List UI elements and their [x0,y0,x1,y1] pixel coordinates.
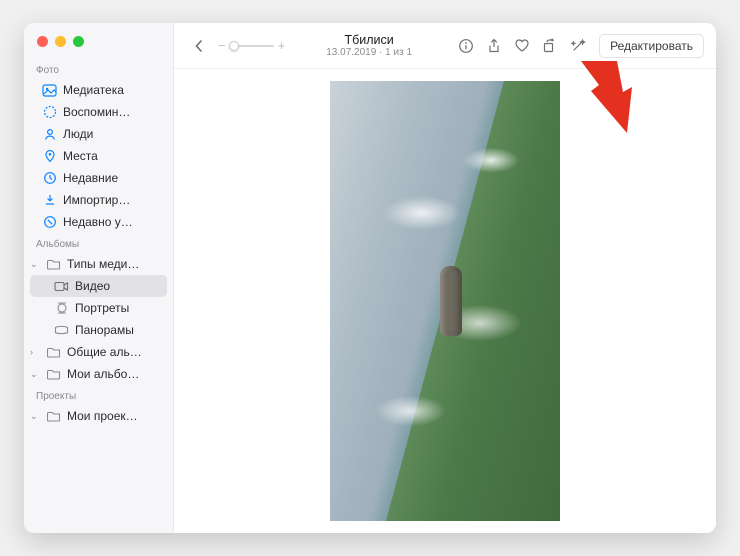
sidebar-section-albums: Альбомы [24,233,173,253]
sidebar-item-media-types[interactable]: ⌄ Типы меди… [24,253,173,275]
sidebar-item-recents[interactable]: Недавние [24,167,173,189]
label: Воспомин… [63,105,130,119]
label: Места [63,149,98,163]
memories-icon [42,105,57,120]
photo-title: Тбилиси [293,33,445,47]
photo-content [330,81,560,521]
zoom-plus: + [278,38,286,53]
sidebar-item-recently-deleted[interactable]: Недавно у… [24,211,173,233]
edit-button[interactable]: Редактировать [599,34,704,58]
close-window-button[interactable] [37,36,48,47]
label: Мои альбо… [67,367,139,381]
panorama-icon [54,323,69,338]
sidebar-item-people[interactable]: Люди [24,123,173,145]
zoom-slider[interactable]: − + [218,38,285,53]
label: Мои проек… [67,409,138,423]
sidebar-item-my-projects[interactable]: ⌄ Мои проек… [24,405,173,427]
favorite-button[interactable] [509,34,535,58]
sidebar-section-projects: Проекты [24,385,173,405]
sidebar-section-photos: Фото [24,59,173,79]
window-controls [24,23,173,59]
person-icon [42,127,57,142]
wand-icon [570,38,586,54]
sidebar: Фото Медиатека Воспомин… Люди Места Неда… [24,23,174,533]
info-button[interactable] [453,34,479,58]
label: Общие аль… [67,345,142,359]
sidebar-item-places[interactable]: Места [24,145,173,167]
chevron-right-icon: › [30,347,40,357]
sidebar-item-videos[interactable]: Видео [30,275,167,297]
back-button[interactable] [186,34,212,58]
sidebar-item-panoramas[interactable]: Панорамы [24,319,173,341]
label: Люди [63,127,93,141]
zoom-minus: − [218,38,226,53]
photo-subtitle: 13.07.2019 · 1 из 1 [293,47,445,59]
chevron-down-icon: ⌄ [30,259,40,270]
folder-icon [46,345,61,360]
sidebar-item-memories[interactable]: Воспомин… [24,101,173,123]
title-area: Тбилиси 13.07.2019 · 1 из 1 [293,33,445,59]
photo-viewer[interactable] [174,69,716,533]
label: Медиатека [63,83,124,97]
label: Видео [75,279,110,293]
slider-knob[interactable] [229,41,239,51]
auto-enhance-button[interactable] [565,34,591,58]
download-icon [42,193,57,208]
toolbar-left: − + [186,34,285,58]
sidebar-item-library[interactable]: Медиатека [24,79,173,101]
video-icon [54,279,69,294]
chevron-left-icon [194,39,204,53]
share-button[interactable] [481,34,507,58]
slider-track[interactable] [230,45,274,47]
trash-icon [42,215,57,230]
info-icon [458,38,474,54]
label: Панорамы [75,323,134,337]
toolbar-right: Редактировать [453,34,704,58]
main-content: − + Тбилиси 13.07.2019 · 1 из 1 [174,23,716,533]
label: Портреты [75,301,129,315]
folder-icon [46,257,61,272]
pin-icon [42,149,57,164]
rotate-icon [542,38,558,54]
app-window: Фото Медиатека Воспомин… Люди Места Неда… [24,23,716,533]
label: Недавние [63,171,118,185]
minimize-window-button[interactable] [55,36,66,47]
clock-icon [42,171,57,186]
label: Недавно у… [63,215,133,229]
chevron-down-icon: ⌄ [30,369,40,380]
folder-icon [46,367,61,382]
rotate-button[interactable] [537,34,563,58]
sidebar-item-shared-albums[interactable]: › Общие аль… [24,341,173,363]
share-icon [487,38,501,54]
fullscreen-window-button[interactable] [73,36,84,47]
library-icon [42,83,57,98]
label: Импортир… [63,193,130,207]
folder-icon [46,409,61,424]
heart-icon [514,38,530,53]
label: Типы меди… [67,257,139,271]
sidebar-item-imports[interactable]: Импортир… [24,189,173,211]
chevron-down-icon: ⌄ [30,411,40,422]
sidebar-item-portraits[interactable]: Портреты [24,297,173,319]
portrait-icon [54,301,69,316]
toolbar: − + Тбилиси 13.07.2019 · 1 из 1 [174,23,716,69]
sidebar-item-my-albums[interactable]: ⌄ Мои альбо… [24,363,173,385]
